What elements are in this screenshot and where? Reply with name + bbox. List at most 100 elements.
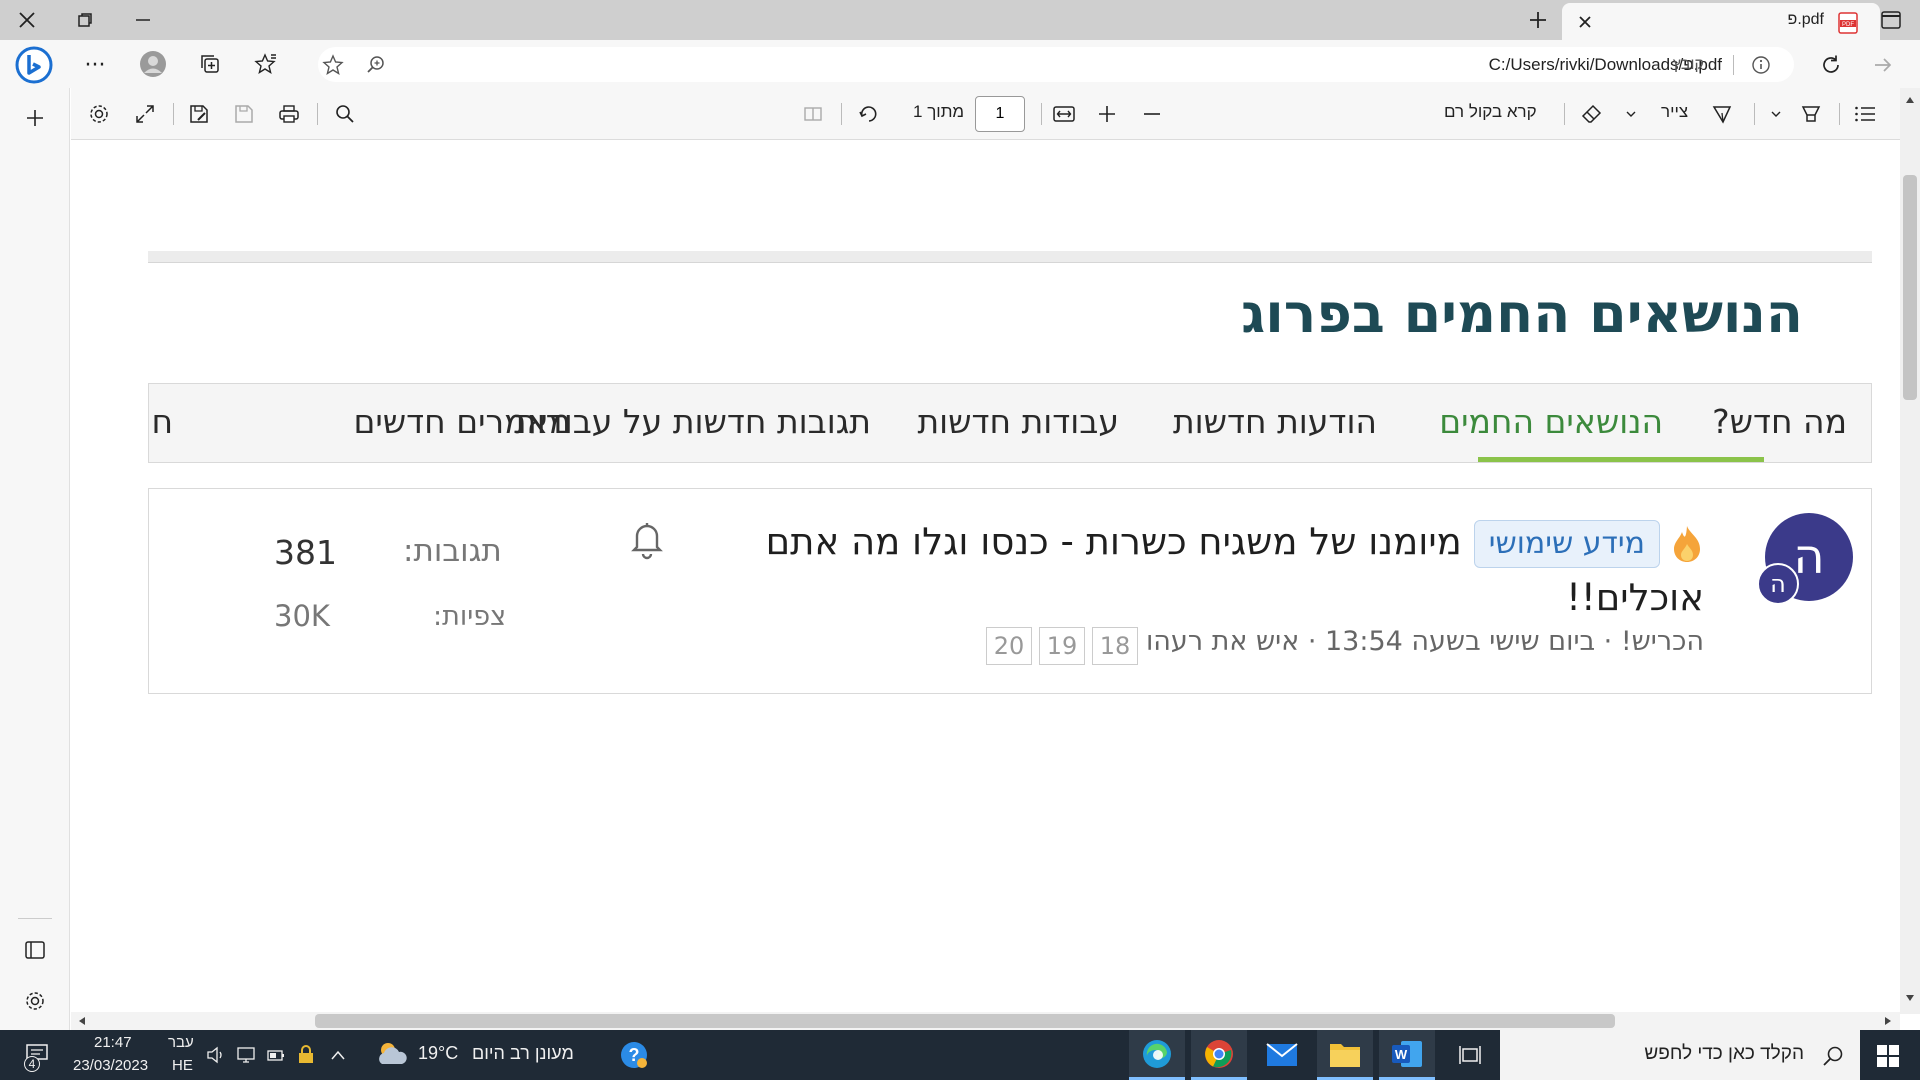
page-count: מתוך 1	[913, 102, 965, 121]
views-count: 30K	[274, 599, 330, 633]
page-link[interactable]: 20	[986, 627, 1032, 665]
tab-new-works[interactable]: עבודות חדשות	[917, 402, 1119, 441]
add-favorite-icon[interactable]	[318, 51, 348, 79]
replies-count: 381	[274, 533, 337, 572]
tab-new-articles[interactable]: מאמרים חדשים	[353, 402, 571, 441]
pdf-document: הנושאים החמים בפרוג מה חדש? הנושאים החמי…	[71, 141, 1901, 1014]
fit-width-icon[interactable]	[1049, 100, 1079, 128]
chrome-taskbar-icon[interactable]	[1191, 1030, 1247, 1080]
zoom-icon[interactable]	[362, 51, 390, 79]
pdf-toolbar: מתוך 1 1 קרא בקול רם צייר	[71, 88, 1920, 140]
favorites-icon[interactable]	[251, 50, 279, 78]
clock-date[interactable]: 23/03/2023	[73, 1057, 148, 1074]
task-view-icon[interactable]	[1442, 1030, 1498, 1080]
svg-text:PDF: PDF	[1842, 22, 1854, 28]
security-icon[interactable]	[294, 1044, 318, 1066]
left-sidebar	[0, 88, 70, 1030]
draw-button[interactable]: צייר	[1661, 102, 1688, 122]
save-as-icon[interactable]	[185, 100, 213, 128]
read-aloud-button[interactable]: קרא בקול רם	[1444, 102, 1537, 122]
language-code[interactable]: HE	[172, 1057, 193, 1074]
language-name[interactable]: עבר	[168, 1034, 194, 1051]
page-number-input[interactable]: 1	[975, 96, 1025, 132]
address-bar[interactable]: C:/Users/rivki/Downloads/פ.pdf קובץ	[318, 47, 1794, 82]
clock-time[interactable]: 21:47	[94, 1034, 132, 1051]
weather-temperature[interactable]: 19°C	[418, 1043, 458, 1064]
page-top-bar	[148, 251, 1872, 263]
svg-text:W: W	[1395, 1047, 1408, 1062]
forward-icon[interactable]	[1868, 50, 1898, 80]
pdf-file-icon: PDF	[1838, 12, 1858, 34]
search-icon	[1820, 1043, 1846, 1069]
rotate-icon[interactable]	[855, 100, 883, 128]
chevron-down-icon[interactable]	[1620, 102, 1642, 126]
mail-taskbar-icon[interactable]	[1254, 1030, 1310, 1080]
eraser-icon[interactable]	[1578, 100, 1606, 128]
replies-label: תגובות:	[403, 533, 502, 569]
new-tab-icon[interactable]	[1522, 5, 1554, 35]
tab-title: פ.pdf	[1787, 11, 1824, 28]
close-tab-icon[interactable]	[1572, 9, 1598, 35]
taskbar-search-box[interactable]: הקלד כאן כדי לחפש	[1500, 1030, 1860, 1080]
topic-title-block[interactable]: מידע שימושימיומנו של משגיח כשרות - כנסו …	[684, 514, 1704, 626]
weather-description[interactable]: מעונן רב היום	[472, 1043, 574, 1064]
contents-icon[interactable]	[1851, 100, 1879, 128]
show-hidden-icons-icon[interactable]	[326, 1044, 350, 1066]
scroll-left-icon[interactable]	[74, 1013, 90, 1029]
sidebar-settings-icon[interactable]	[20, 986, 50, 1016]
tab-whats-new[interactable]: מה חדש?	[1712, 402, 1847, 441]
bing-logo-icon[interactable]	[14, 45, 54, 85]
pdf-settings-icon[interactable]	[85, 100, 113, 128]
views-label: צפיות:	[433, 601, 507, 632]
notification-count: 4	[24, 1056, 40, 1072]
page-link[interactable]: 18	[1092, 627, 1138, 665]
hide-sidebar-icon[interactable]	[20, 935, 50, 965]
search-placeholder: הקלד כאן כדי לחפש	[1644, 1043, 1804, 1064]
file-explorer-taskbar-icon[interactable]	[1317, 1030, 1373, 1080]
save-icon[interactable]	[230, 100, 258, 128]
more-options-icon[interactable]: ···	[80, 50, 110, 80]
zoom-in-icon[interactable]	[1093, 100, 1121, 128]
tab-new-messages[interactable]: הודעות חדשות	[1173, 402, 1377, 441]
sidebar-toggle-icon[interactable]	[1876, 6, 1906, 34]
windows-start-icon[interactable]	[1870, 1040, 1906, 1072]
search-icon[interactable]	[331, 100, 359, 128]
refresh-icon[interactable]	[1816, 50, 1846, 80]
scroll-right-icon[interactable]	[1880, 1013, 1896, 1029]
print-icon[interactable]	[275, 100, 303, 128]
topic-meta: הכריש! · ביום שישי בשעה 13:54 · איש את ר…	[1145, 626, 1704, 657]
horizontal-scroll-thumb[interactable]	[315, 1014, 1615, 1028]
network-icon[interactable]	[234, 1044, 258, 1066]
topic-badge[interactable]: מידע שימושי	[1473, 519, 1660, 568]
bell-icon[interactable]	[627, 517, 667, 561]
page-link[interactable]: 19	[1039, 627, 1085, 665]
tab-hot-topics[interactable]: הנושאים החמים	[1439, 402, 1663, 441]
forum-tabs: מה חדש? הנושאים החמים הודעות חדשות עבודו…	[148, 383, 1872, 463]
restore-window-icon[interactable]	[70, 6, 100, 34]
highlight-icon[interactable]	[1797, 100, 1825, 128]
scroll-up-icon[interactable]	[1900, 92, 1920, 108]
weather-icon[interactable]	[373, 1036, 409, 1072]
profile-icon[interactable]	[138, 49, 168, 79]
tab-cut-off[interactable]: ח	[151, 402, 173, 441]
zoom-out-icon[interactable]	[1138, 100, 1166, 128]
minimize-window-icon[interactable]	[128, 6, 158, 34]
word-taskbar-icon[interactable]: W	[1379, 1030, 1435, 1080]
battery-icon[interactable]	[264, 1044, 288, 1066]
collections-icon[interactable]	[196, 50, 224, 78]
add-sidebar-app-icon[interactable]	[20, 103, 50, 133]
fullscreen-icon[interactable]	[131, 100, 159, 128]
close-window-icon[interactable]	[12, 6, 42, 34]
page-view-icon[interactable]	[799, 100, 827, 128]
address-divider	[1733, 55, 1734, 75]
edge-taskbar-icon[interactable]	[1129, 1030, 1185, 1080]
avatar-small[interactable]: ה	[1757, 563, 1799, 605]
draw-icon[interactable]	[1708, 100, 1736, 128]
vertical-scroll-thumb[interactable]	[1903, 175, 1917, 400]
volume-icon[interactable]	[204, 1044, 228, 1066]
chevron-down-icon[interactable]	[1765, 102, 1787, 126]
scroll-down-icon[interactable]	[1900, 990, 1920, 1006]
browser-tab[interactable]: פ.pdf PDF	[1562, 3, 1880, 40]
site-info-icon[interactable]	[1750, 54, 1772, 76]
help-icon[interactable]: ?	[618, 1039, 650, 1071]
